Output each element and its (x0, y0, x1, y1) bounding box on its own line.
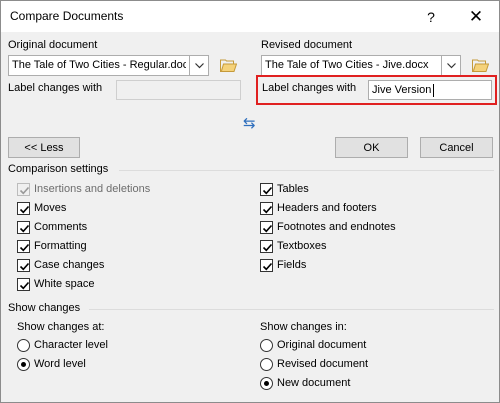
revised-document-label[interactable]: Revised document (277, 358, 368, 370)
textboxes-checkbox[interactable] (260, 240, 273, 253)
footnotes-and-endnotes-label[interactable]: Footnotes and endnotes (277, 221, 396, 233)
white-space-checkbox[interactable] (17, 278, 30, 291)
original-document-combo[interactable]: The Tale of Two Cities - Regular.docx (8, 55, 209, 76)
radio-dot (264, 381, 269, 386)
comments-checkbox[interactable] (17, 221, 30, 234)
tables-checkbox[interactable] (260, 183, 273, 196)
word-level-label[interactable]: Word level (34, 358, 86, 370)
revised-document-radio[interactable] (260, 358, 273, 371)
ok-button-label: OK (363, 141, 380, 154)
revised-document-combo[interactable]: The Tale of Two Cities - Jive.docx (261, 55, 461, 76)
revised-document-value: The Tale of Two Cities - Jive.docx (265, 59, 429, 71)
chevron-down-icon[interactable] (441, 56, 460, 75)
cancel-button-label: Cancel (439, 141, 474, 154)
new-document-radio[interactable] (260, 377, 273, 390)
case-changes-checkbox[interactable] (17, 259, 30, 272)
textboxes-label[interactable]: Textboxes (277, 240, 327, 252)
original-document-value: The Tale of Two Cities - Regular.docx (12, 59, 186, 71)
close-icon: ✕ (468, 6, 484, 26)
original-document-label: Original document (8, 39, 98, 51)
moves-checkbox[interactable] (17, 202, 30, 215)
close-button[interactable]: ✕ (453, 1, 499, 32)
original-label-changes-caption: Label changes with (8, 82, 103, 94)
less-button-label: << Less (24, 141, 64, 154)
show-changes-in-label: Show changes in: (260, 321, 347, 333)
white-space-label[interactable]: White space (34, 278, 95, 290)
section-divider (119, 170, 494, 171)
help-icon: ? (427, 8, 435, 25)
less-button[interactable]: << Less (8, 137, 80, 158)
comparison-settings-header: Comparison settings (8, 163, 109, 175)
revised-label-changes-value: Jive Version (372, 84, 432, 96)
swap-documents-icon[interactable]: ⇆ (243, 114, 256, 132)
cancel-button[interactable]: Cancel (420, 137, 493, 158)
radio-dot (21, 362, 26, 367)
headers-and-footers-label[interactable]: Headers and footers (277, 202, 377, 214)
text-caret (433, 84, 434, 97)
new-document-label[interactable]: New document (277, 377, 350, 389)
dialog-title: Compare Documents (10, 9, 124, 23)
revised-label-changes-caption: Label changes with (262, 82, 357, 94)
original-label-changes-input[interactable] (116, 80, 241, 100)
revised-label-changes-input[interactable]: Jive Version (368, 80, 492, 100)
fields-label[interactable]: Fields (277, 259, 306, 271)
tables-label[interactable]: Tables (277, 183, 309, 195)
original-document-label[interactable]: Original document (277, 339, 366, 351)
comments-label[interactable]: Comments (34, 221, 87, 233)
footnotes-and-endnotes-checkbox[interactable] (260, 221, 273, 234)
insertions-and-deletions-label[interactable]: Insertions and deletions (34, 183, 150, 195)
insertions-and-deletions-checkbox[interactable] (17, 183, 30, 196)
formatting-label[interactable]: Formatting (34, 240, 87, 252)
word-level-radio[interactable] (17, 358, 30, 371)
ok-button[interactable]: OK (335, 137, 408, 158)
character-level-label[interactable]: Character level (34, 339, 108, 351)
show-changes-at-label: Show changes at: (17, 321, 105, 333)
help-button[interactable]: ? (408, 1, 454, 32)
folder-icon[interactable] (220, 59, 238, 72)
case-changes-label[interactable]: Case changes (34, 259, 104, 271)
moves-label[interactable]: Moves (34, 202, 66, 214)
folder-icon[interactable] (472, 59, 490, 72)
section-divider (89, 309, 494, 310)
headers-and-footers-checkbox[interactable] (260, 202, 273, 215)
character-level-radio[interactable] (17, 339, 30, 352)
fields-checkbox[interactable] (260, 259, 273, 272)
show-changes-header: Show changes (8, 302, 81, 314)
chevron-down-icon[interactable] (189, 56, 208, 75)
revised-document-label: Revised document (261, 39, 353, 51)
original-document-radio[interactable] (260, 339, 273, 352)
formatting-checkbox[interactable] (17, 240, 30, 253)
title-bar: Compare Documents ? ✕ (1, 1, 499, 32)
compare-documents-dialog: Compare Documents ? ✕ Original document … (0, 0, 500, 403)
